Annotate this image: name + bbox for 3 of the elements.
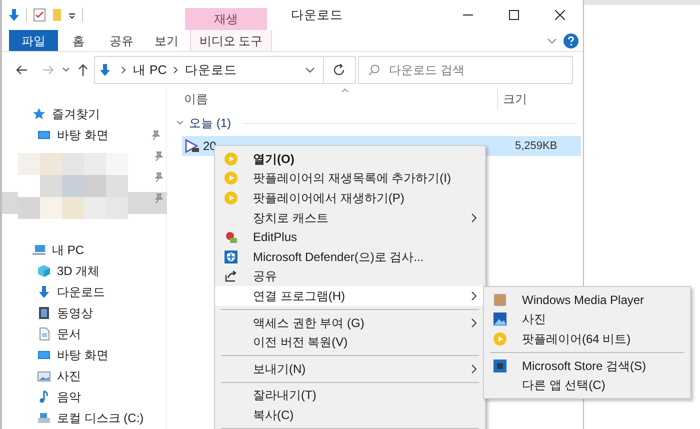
file-size: 5,259KB: [515, 138, 558, 154]
contextual-tab-header: 재생: [185, 8, 267, 30]
window-title: 다운로드: [291, 6, 343, 24]
